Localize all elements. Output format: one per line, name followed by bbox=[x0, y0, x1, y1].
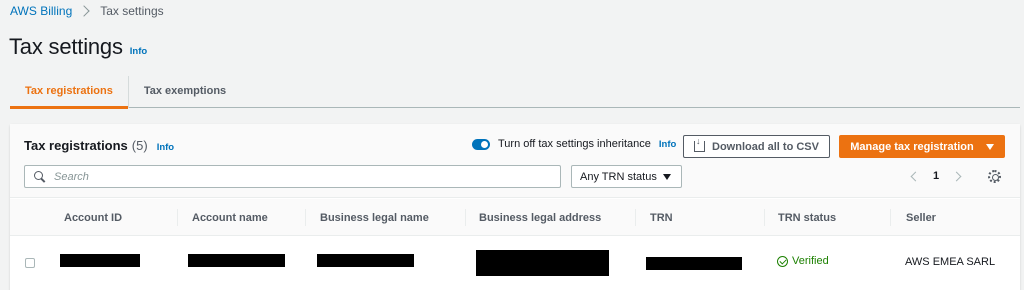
download-csv-button[interactable]: Download all to CSV bbox=[683, 135, 830, 158]
column-header-business-legal-address[interactable]: Business legal address bbox=[479, 199, 601, 236]
check-circle-icon bbox=[777, 255, 788, 267]
pagination-current-page[interactable]: 1 bbox=[933, 170, 939, 182]
panel-info-link[interactable]: Info bbox=[157, 142, 174, 153]
download-icon bbox=[694, 136, 706, 152]
manage-tax-registration-button[interactable]: Manage tax registration bbox=[839, 135, 1005, 158]
column-header-account-id[interactable]: Account ID bbox=[64, 199, 122, 236]
pagination: 1 bbox=[910, 170, 962, 182]
panel-title: Tax registrations (5) Info bbox=[24, 138, 174, 153]
chevron-left-icon[interactable] bbox=[910, 171, 921, 181]
manage-tax-registration-label: Manage tax registration bbox=[850, 140, 974, 153]
trn-status-filter[interactable]: Any TRN status bbox=[571, 165, 682, 188]
panel-header: Tax registrations (5) Info Turn off tax … bbox=[10, 124, 1020, 198]
column-separator bbox=[635, 209, 636, 226]
redacted-account-name bbox=[188, 254, 285, 267]
tab-bar: Tax registrations Tax exemptions bbox=[10, 74, 1020, 109]
panel-count: (5) bbox=[131, 138, 148, 153]
breadcrumb: AWS Billing Tax settings bbox=[10, 3, 164, 19]
download-csv-label: Download all to CSV bbox=[712, 140, 819, 153]
tab-tax-exemptions[interactable]: Tax exemptions bbox=[129, 74, 241, 108]
column-separator bbox=[764, 209, 765, 226]
row-checkbox[interactable] bbox=[25, 258, 35, 268]
table-row[interactable]: Verified AWS EMEA SARL bbox=[10, 236, 1020, 290]
caret-down-icon bbox=[985, 143, 994, 150]
column-separator bbox=[890, 209, 891, 226]
page-header: Tax settings Info bbox=[9, 34, 147, 60]
search-field[interactable] bbox=[24, 165, 561, 188]
table-header: Account ID Account name Business legal n… bbox=[10, 199, 1020, 236]
column-header-account-name[interactable]: Account name bbox=[192, 199, 268, 236]
column-separator bbox=[305, 209, 306, 226]
search-icon bbox=[34, 170, 46, 183]
trn-status-badge: Verified bbox=[777, 255, 829, 267]
seller-cell: AWS EMEA SARL bbox=[905, 256, 996, 268]
inheritance-toggle[interactable] bbox=[472, 138, 490, 150]
caret-down-icon bbox=[663, 173, 671, 180]
breadcrumb-current: Tax settings bbox=[100, 4, 164, 18]
trn-status-filter-value: Any TRN status bbox=[580, 170, 657, 183]
column-separator bbox=[465, 209, 466, 226]
tax-registrations-panel: Tax registrations (5) Info Turn off tax … bbox=[10, 124, 1020, 290]
page-title: Tax settings bbox=[9, 34, 123, 59]
column-header-trn-status[interactable]: TRN status bbox=[778, 199, 836, 236]
chevron-right-icon[interactable] bbox=[951, 171, 962, 181]
panel-title-text: Tax registrations bbox=[24, 138, 128, 153]
breadcrumb-link-billing[interactable]: AWS Billing bbox=[10, 4, 72, 18]
gear-icon[interactable] bbox=[988, 170, 1001, 183]
toggle-info-link[interactable]: Info bbox=[659, 139, 676, 150]
search-input[interactable] bbox=[54, 170, 534, 183]
redacted-trn bbox=[646, 257, 742, 270]
column-header-business-legal-name[interactable]: Business legal name bbox=[320, 199, 429, 236]
toggle-label: Turn off tax settings inheritance bbox=[498, 138, 651, 150]
inheritance-toggle-group: Turn off tax settings inheritance Info bbox=[472, 138, 676, 150]
page-info-link[interactable]: Info bbox=[130, 46, 147, 57]
chevron-right-icon bbox=[78, 5, 90, 17]
redacted-business-legal-name bbox=[317, 254, 414, 267]
column-header-trn[interactable]: TRN bbox=[650, 199, 673, 236]
redacted-business-legal-address bbox=[476, 250, 609, 276]
column-separator bbox=[177, 209, 178, 226]
tab-tax-registrations[interactable]: Tax registrations bbox=[10, 74, 128, 109]
trn-status-text: Verified bbox=[792, 255, 829, 267]
redacted-account-id bbox=[60, 254, 140, 267]
column-header-seller[interactable]: Seller bbox=[906, 199, 936, 236]
